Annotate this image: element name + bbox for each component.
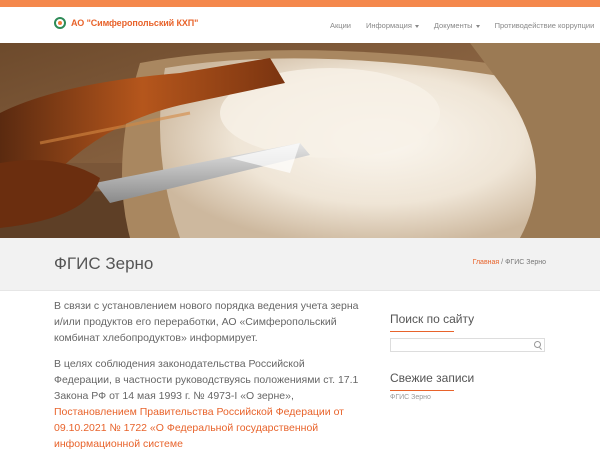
menu-item-label: Акции (330, 21, 351, 30)
article-paragraph: В целях соблюдения законодательства Росс… (54, 356, 362, 452)
page-title: ФГИС Зерно (54, 254, 154, 273)
site-logo[interactable]: АО "Симферопольский КХП" (54, 17, 198, 29)
navbar: АО "Симферопольский КХП" Акции Информаци… (0, 7, 600, 43)
menu-item-documents[interactable]: Документы (434, 21, 480, 30)
logo-text: АО "Симферопольский КХП" (71, 18, 199, 28)
page-title-bar: ФГИС Зерно Главная / ФГИС Зерно (0, 238, 600, 291)
paragraph-text: В целях соблюдения законодательства Росс… (54, 358, 359, 402)
menu-item-anticorruption[interactable]: Противодействие коррупции (495, 21, 595, 30)
article-paragraph: В связи с установлением нового порядка в… (54, 300, 359, 344)
logo-icon (54, 17, 66, 29)
sidebar-recent-title: Свежие записи (390, 371, 475, 385)
breadcrumb: Главная / ФГИС Зерно (473, 259, 546, 266)
menu-item-promotions[interactable]: Акции (330, 21, 351, 30)
menu-item-label: Противодействие коррупции (494, 21, 595, 30)
sidebar-title-underline (390, 331, 454, 332)
search-icon[interactable] (534, 341, 541, 348)
menu-item-label: Информация (365, 21, 412, 30)
sidebar-search-title: Поиск по сайту (390, 312, 475, 326)
breadcrumb-home-link[interactable]: Главная (473, 259, 500, 266)
hero-image (0, 43, 600, 238)
breadcrumb-current: ФГИС Зерно (505, 259, 546, 266)
menu-item-information[interactable]: Информация (366, 21, 419, 30)
sidebar-title-underline (390, 390, 454, 391)
decree-link[interactable]: Постановлением Правительства Российской … (54, 406, 344, 450)
top-accent-bar (0, 0, 600, 7)
main-menu: Акции Информация Документы Противодейств… (330, 21, 600, 30)
caret-down-icon (414, 24, 419, 28)
article-content: В связи с установлением нового порядка в… (54, 298, 362, 462)
caret-down-icon (475, 24, 480, 28)
flour-scoop-illustration (0, 43, 600, 238)
search-input[interactable] (390, 338, 545, 352)
menu-item-label: Документы (433, 21, 473, 30)
